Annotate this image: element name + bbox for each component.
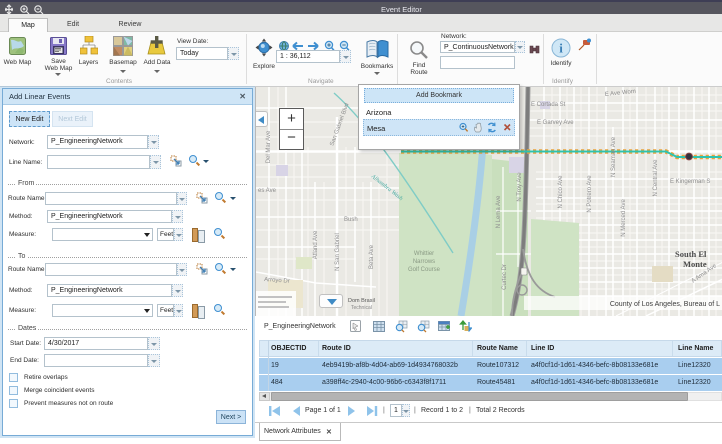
- svg-text:N Central Ave: N Central Ave: [653, 159, 659, 197]
- svg-text:i: i: [559, 41, 563, 56]
- svg-text:N Potrero Ave: N Potrero Ave: [587, 175, 593, 213]
- svg-text:E Garvey Ave: E Garvey Ave: [537, 120, 574, 126]
- svg-text:Bush: Bush: [344, 217, 358, 223]
- svg-text:Monte: Monte: [683, 259, 707, 269]
- svg-text:E Ave Wom: E Ave Wom: [605, 89, 637, 98]
- svg-text:N Seaman Ave: N Seaman Ave: [611, 136, 617, 177]
- svg-text:N Troy Ave: N Troy Ave: [517, 172, 523, 202]
- svg-text:San Gabriel Blvd: San Gabriel Blvd: [330, 102, 351, 146]
- svg-text:N San Gabriel: N San Gabriel: [335, 233, 341, 271]
- svg-text:N Chico Ave: N Chico Ave: [558, 175, 564, 209]
- svg-text:Whittier: Whittier: [414, 251, 434, 257]
- svg-text:Atland Ave: Atland Ave: [313, 230, 319, 259]
- svg-text:es Ave: es Ave: [258, 188, 277, 194]
- svg-text:Narrows: Narrows: [413, 259, 435, 265]
- svg-text:South El: South El: [675, 249, 707, 259]
- svg-text:County of Los Angeles, Bureau: County of Los Angeles, Bureau of L: [610, 301, 720, 308]
- svg-text:Dom Brasil: Dom Brasil: [348, 298, 375, 304]
- svg-text:N Lema Ave: N Lema Ave: [496, 195, 502, 228]
- svg-text:Technical: Technical: [351, 305, 372, 311]
- svg-text:E Cortada St: E Cortada St: [531, 102, 566, 108]
- svg-text:Golf Course: Golf Course: [408, 267, 441, 273]
- svg-text:Beta Ave: Beta Ave: [369, 244, 375, 269]
- svg-text:Del Mar Ave: Del Mar Ave: [266, 130, 272, 163]
- svg-text:Arroyo Dr: Arroyo Dr: [264, 277, 290, 285]
- svg-text:Curtec Dr: Curtec Dr: [502, 264, 508, 290]
- svg-text:N Merced Ave: N Merced Ave: [621, 199, 627, 237]
- svg-text:E Kingerman S: E Kingerman S: [670, 179, 710, 185]
